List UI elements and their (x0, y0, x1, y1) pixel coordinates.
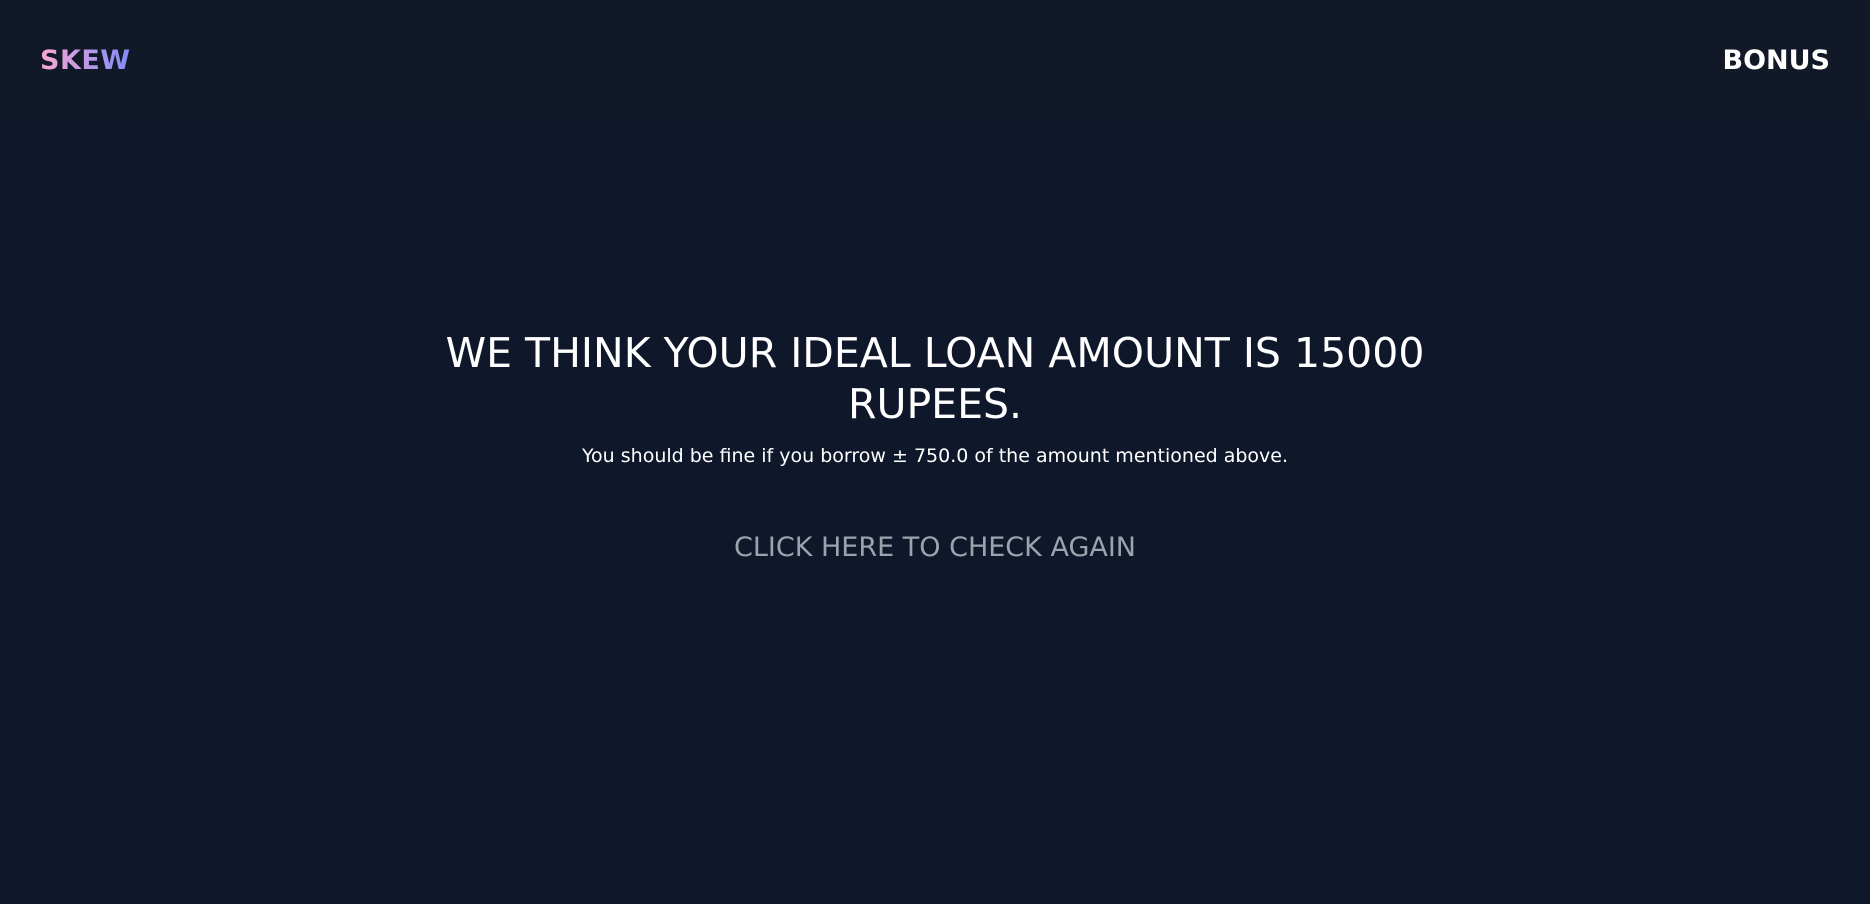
top-navbar: SKEW BONUS (0, 0, 1870, 122)
result-section: WE THINK YOUR IDEAL LOAN AMOUNT IS 15000… (0, 328, 1870, 565)
page: SKEW BONUS WE THINK YOUR IDEAL LOAN AMOU… (0, 0, 1870, 904)
bonus-nav-link[interactable]: BONUS (1723, 44, 1831, 78)
brand-logo-link[interactable]: SKEW (40, 44, 131, 78)
loan-amount-headline: WE THINK YOUR IDEAL LOAN AMOUNT IS 15000… (445, 329, 1425, 428)
check-again-link[interactable]: CLICK HERE TO CHECK AGAIN (734, 531, 1136, 565)
loan-range-subtext: You should be fine if you borrow ± 750.0… (581, 445, 1289, 467)
